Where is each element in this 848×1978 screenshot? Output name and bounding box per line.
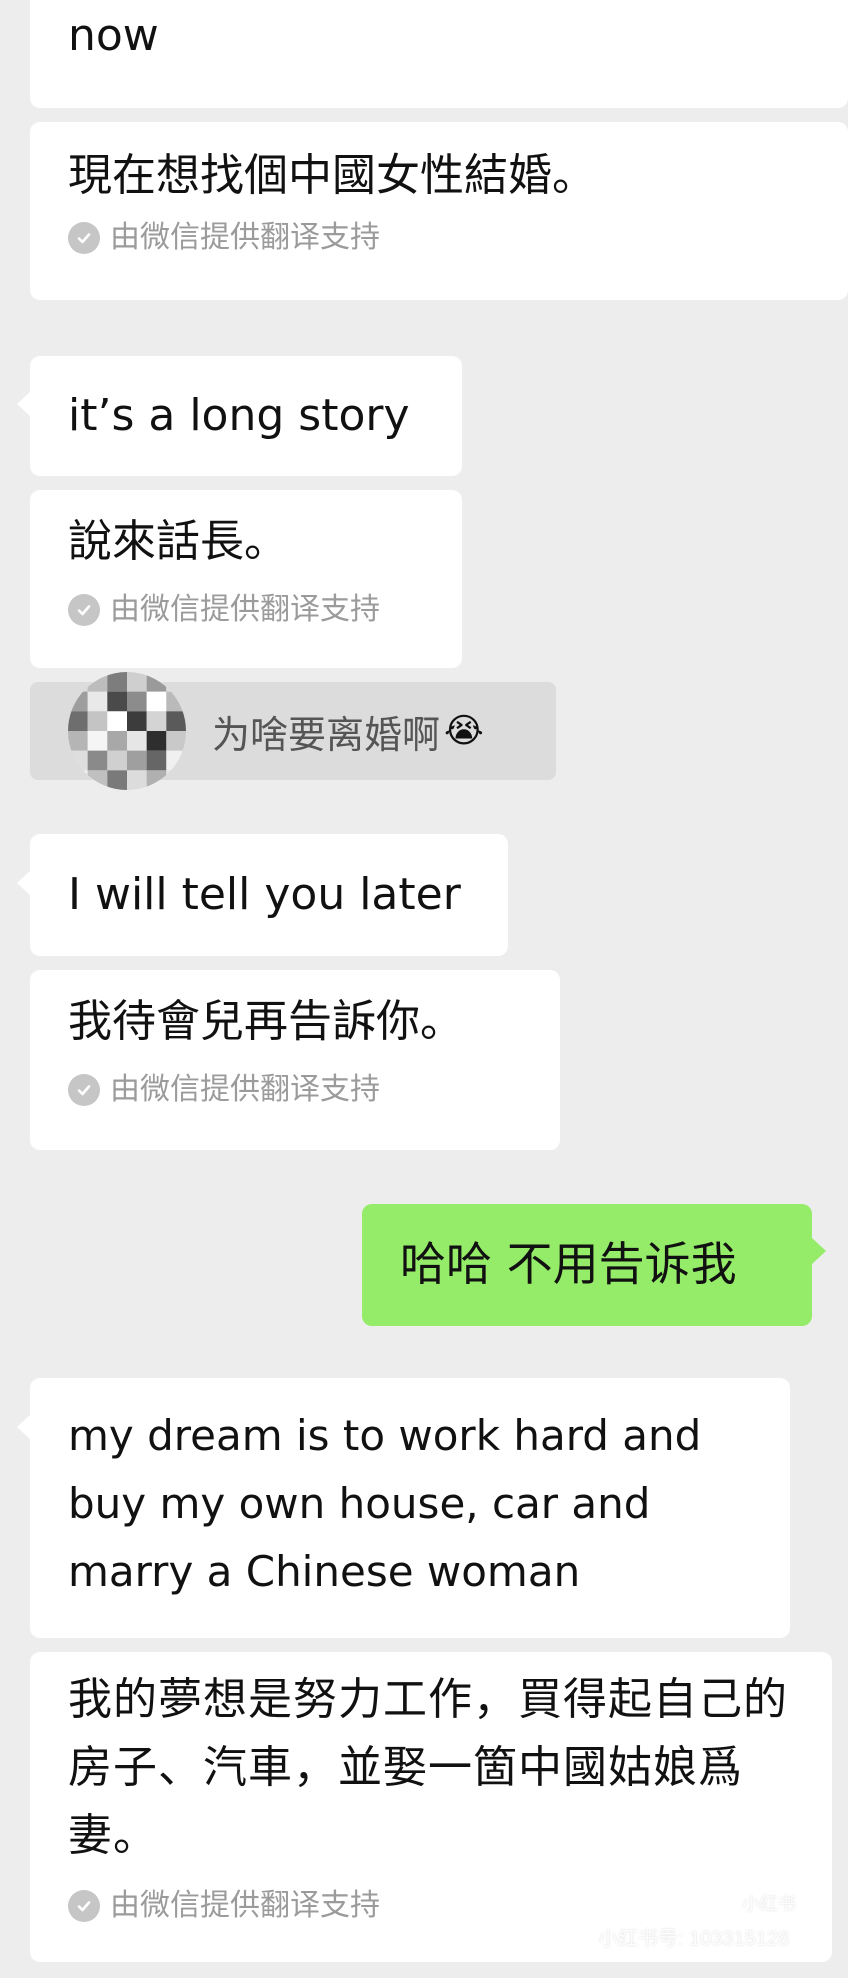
translation-text: 我的夢想是努力工作，買得起自己的房子、汽車，並娶一箇中國姑娘爲妻。 — [68, 1674, 788, 1861]
bubble-tail — [812, 1238, 826, 1264]
check-icon — [68, 1890, 100, 1922]
translation-text: 我待會兒再告訴你。 — [68, 996, 464, 1047]
avatar — [68, 672, 186, 790]
check-icon — [68, 594, 100, 626]
message-bubble-incoming[interactable]: I will tell you later — [17, 834, 508, 956]
bubble-tail — [17, 870, 31, 896]
message-bubble-incoming[interactable]: it’s a long story — [17, 356, 462, 476]
translation-note: 由微信提供翻译支持 — [68, 1070, 380, 1110]
check-icon — [68, 222, 100, 254]
check-icon — [68, 1074, 100, 1106]
bubble-tail — [17, 391, 31, 417]
message-text: my dream is to work hard and buy my own … — [68, 1411, 715, 1596]
translation-text: 說來話長。 — [68, 516, 288, 567]
translation-bubble[interactable]: 說來話長。 由微信提供翻译支持 — [30, 490, 462, 668]
translation-bubble[interactable]: 我待會兒再告訴你。 由微信提供翻译支持 — [30, 970, 560, 1150]
translation-note-text: 由微信提供翻译支持 — [110, 220, 380, 255]
translation-note-text: 由微信提供翻译支持 — [110, 592, 380, 627]
translation-bubble[interactable]: 我的夢想是努力工作，買得起自己的房子、汽車，並娶一箇中國姑娘爲妻。 由微信提供翻… — [30, 1652, 832, 1962]
crying-face-icon: 😭 — [444, 711, 484, 751]
message-text: 哈哈 不用告诉我 — [400, 1237, 737, 1291]
translation-bubble[interactable]: 現在想找個中國女性結婚。 由微信提供翻译支持 — [30, 122, 848, 300]
translation-note-text: 由微信提供翻译支持 — [110, 1072, 380, 1107]
message-bubble-outgoing[interactable]: 哈哈 不用告诉我 — [362, 1204, 826, 1326]
message-bubble-incoming[interactable]: my dream is to work hard and buy my own … — [17, 1378, 790, 1638]
translation-text: 現在想找個中國女性結婚。 — [68, 150, 596, 201]
translation-note: 由微信提供翻译支持 — [68, 590, 380, 630]
quoted-text: 为啥要离婚啊 — [212, 712, 441, 757]
translation-note: 由微信提供翻译支持 — [68, 218, 380, 258]
watermark-id: 小红书号: 103315128 — [598, 1928, 790, 1950]
quoted-message[interactable]: 为啥要离婚啊 😭 — [30, 672, 556, 790]
watermark-logo: 小红书 — [734, 1886, 804, 1920]
message-bubble-incoming[interactable]: now — [30, 0, 848, 108]
message-text: I will tell you later — [68, 869, 461, 920]
bubble-tail — [17, 1414, 31, 1440]
translation-note: 由微信提供翻译支持 — [68, 1886, 380, 1926]
translation-note-text: 由微信提供翻译支持 — [110, 1888, 380, 1923]
message-text: it’s a long story — [68, 390, 410, 441]
message-text: now — [68, 10, 159, 61]
